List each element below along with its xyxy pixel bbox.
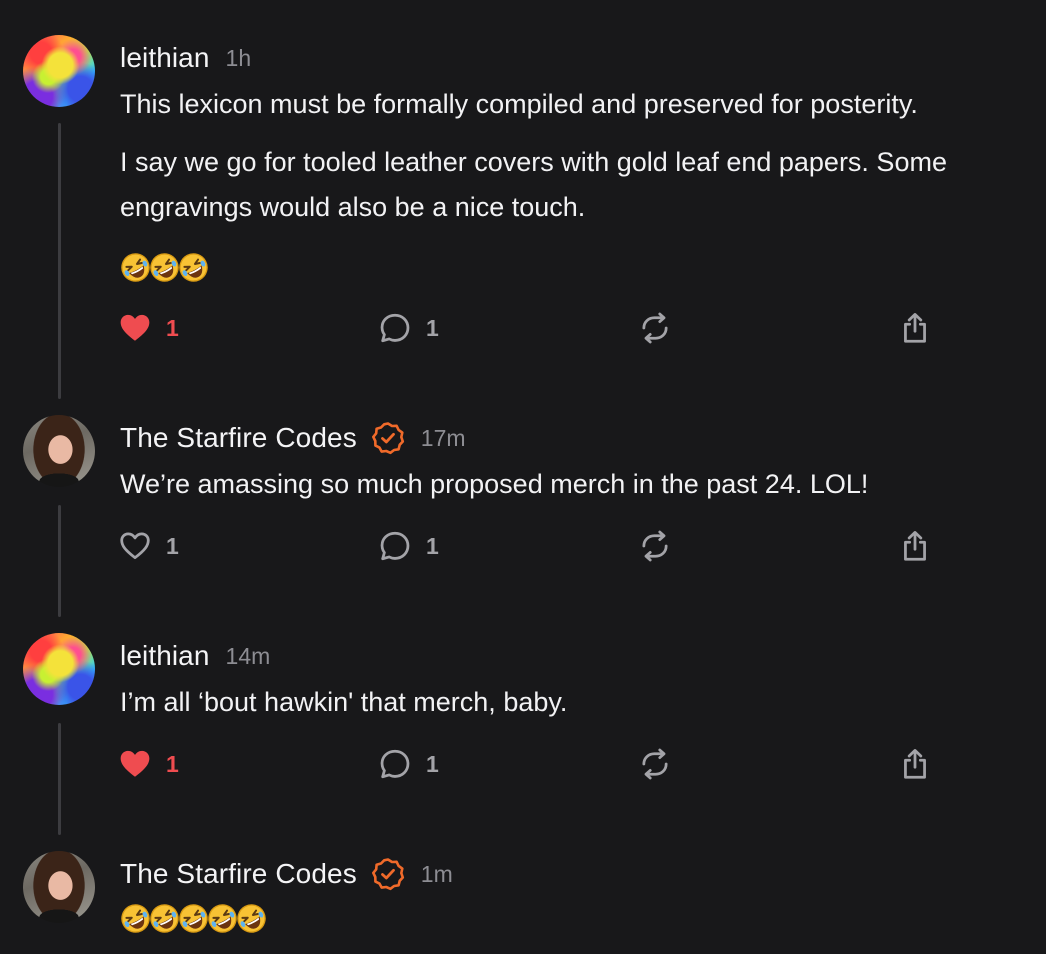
post-time: 17m [420,424,466,451]
post-starfire-17m: The Starfire Codes 17m We’re amassing so… [0,400,1046,618]
post-actions: 1 1 [0,744,1046,784]
like-count: 1 [166,314,179,341]
like-button[interactable]: 1 [118,308,179,348]
reply-count: 1 [426,750,439,777]
post-actions: 1 1 [0,526,1046,566]
reply-count: 1 [426,314,439,341]
post-leithian-14m: leithian 14m I’m all ‘bout hawkin' that … [0,618,1046,836]
like-button[interactable]: 1 [118,744,179,784]
post-paragraph: We’re amassing so much proposed merch in… [120,469,869,499]
speech-bubble-icon [378,747,412,781]
post-actions: 1 1 [0,308,1046,348]
share-upload-icon [898,529,932,563]
post-header: The Starfire Codes 17m [120,418,466,458]
like-button[interactable]: 1 [118,526,179,566]
author-name[interactable]: The Starfire Codes [120,422,357,454]
post-paragraph: I say we go for tooled leather covers wi… [120,147,947,222]
reply-button[interactable]: 1 [378,526,439,566]
repost-button[interactable] [638,744,672,784]
rolling-on-floor-laughing-emoji [149,252,180,283]
post-time: 1m [420,860,453,887]
avatar[interactable] [23,633,95,705]
post-leithian-1h: leithian 1h This lexicon must be formall… [0,0,1046,400]
post-header: leithian 1h [120,38,251,78]
speech-bubble-icon [378,311,412,345]
rolling-on-floor-laughing-emoji [120,252,151,283]
verified-badge-icon [371,421,405,455]
post-starfire-1m: The Starfire Codes 1m [0,836,1046,954]
rolling-on-floor-laughing-emoji [149,903,180,934]
heart-icon [118,311,152,345]
rolling-on-floor-laughing-emoji [120,903,151,934]
heart-icon [118,529,152,563]
repost-button[interactable] [638,308,672,348]
repost-button[interactable] [638,526,672,566]
reply-thread: leithian 1h This lexicon must be formall… [0,0,1046,954]
author-name[interactable]: The Starfire Codes [120,858,357,890]
post-time: 14m [225,642,271,669]
post-time: 1h [225,44,252,71]
repost-arrows-icon [638,529,672,563]
like-count: 1 [166,750,179,777]
thread-connector [58,123,61,399]
rolling-on-floor-laughing-emoji [178,252,209,283]
share-button[interactable] [898,308,932,348]
reply-count: 1 [426,532,439,559]
rolling-on-floor-laughing-emoji [178,903,209,934]
reply-button[interactable]: 1 [378,308,439,348]
post-paragraph: I’m all ‘bout hawkin' that merch, baby. [120,687,568,717]
share-button[interactable] [898,744,932,784]
rolling-on-floor-laughing-emoji [236,903,267,934]
post-header: leithian 14m [120,636,270,676]
post-header: The Starfire Codes 1m [120,854,453,894]
rolling-on-floor-laughing-emoji [207,903,238,934]
heart-icon [118,747,152,781]
author-name[interactable]: leithian [120,640,210,672]
share-button[interactable] [898,526,932,566]
share-upload-icon [898,747,932,781]
avatar[interactable] [23,851,95,923]
reply-button[interactable]: 1 [378,744,439,784]
like-count: 1 [166,532,179,559]
repost-arrows-icon [638,311,672,345]
author-name[interactable]: leithian [120,42,210,74]
verified-badge-icon [371,857,405,891]
avatar[interactable] [23,35,95,107]
share-upload-icon [898,311,932,345]
emoji-row [120,252,207,283]
repost-arrows-icon [638,747,672,781]
post-paragraph: This lexicon must be formally compiled a… [120,89,918,119]
emoji-row [120,903,265,934]
avatar[interactable] [23,415,95,487]
speech-bubble-icon [378,529,412,563]
